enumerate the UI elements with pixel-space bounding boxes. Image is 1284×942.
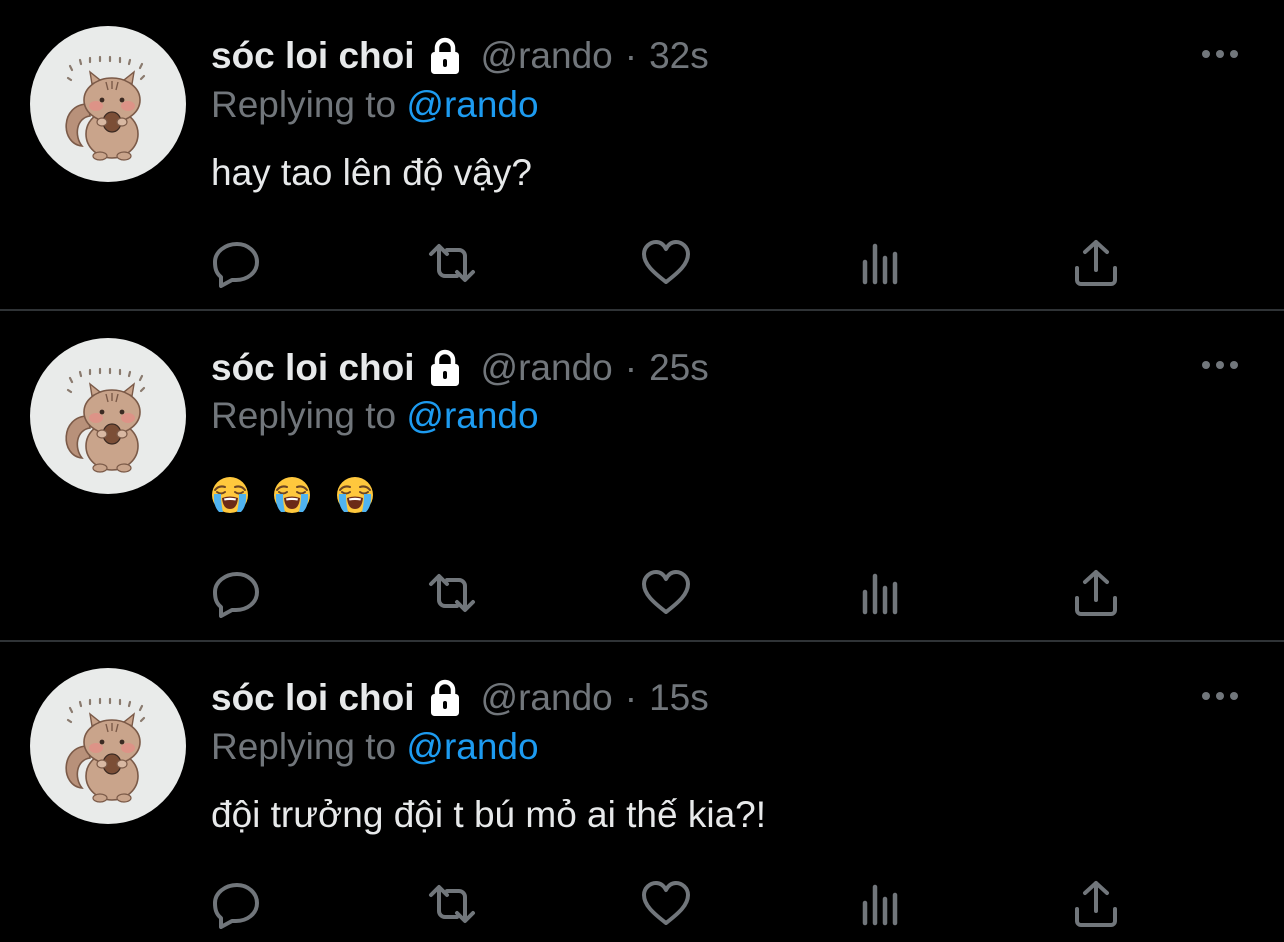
like-icon xyxy=(641,879,691,929)
avatar[interactable] xyxy=(30,668,186,824)
display-name[interactable]: sóc loi choi xyxy=(211,347,415,389)
action-bar xyxy=(211,568,1121,618)
like-button[interactable] xyxy=(641,879,691,929)
replying-to: Replying to @rando xyxy=(211,395,539,437)
loudly-crying-face-emoji xyxy=(273,476,311,514)
loudly-crying-face-emoji xyxy=(211,476,249,514)
retweet-button[interactable] xyxy=(427,238,477,288)
retweet-button[interactable] xyxy=(427,879,477,929)
tweet-text: đội trưởng đội t bú mỏ ai thế kia?! xyxy=(211,794,766,835)
reply-icon xyxy=(211,238,261,288)
like-button[interactable] xyxy=(641,238,691,288)
tweet-header: sóc loi choi @rando · 25s xyxy=(211,346,709,390)
replying-mention[interactable]: @rando xyxy=(406,395,538,436)
separator: · xyxy=(624,347,638,388)
lock-icon xyxy=(425,678,465,718)
share-button[interactable] xyxy=(1071,238,1121,288)
reply-button[interactable] xyxy=(211,238,261,288)
tweet-text xyxy=(211,476,388,523)
retweet-icon xyxy=(427,879,477,929)
tweet-text: hay tao lên độ vậy? xyxy=(211,152,532,193)
tweet-header: sóc loi choi @rando · 32s xyxy=(211,34,709,78)
display-name[interactable]: sóc loi choi xyxy=(211,35,415,77)
timestamp[interactable]: 32s xyxy=(649,35,709,77)
lock-icon xyxy=(425,348,465,388)
user-handle[interactable]: @rando xyxy=(481,347,613,389)
avatar[interactable] xyxy=(30,338,186,494)
tweet-header: sóc loi choi @rando · 15s xyxy=(211,676,709,720)
retweet-icon xyxy=(427,238,477,288)
views-button[interactable] xyxy=(856,568,906,618)
display-name[interactable]: sóc loi choi xyxy=(211,677,415,719)
replying-mention[interactable]: @rando xyxy=(406,84,538,125)
reply-button[interactable] xyxy=(211,879,261,929)
replying-prefix: Replying to xyxy=(211,84,397,125)
replying-to: Replying to @rando xyxy=(211,726,539,768)
replying-prefix: Replying to xyxy=(211,726,397,767)
action-bar xyxy=(211,238,1121,288)
user-handle[interactable]: @rando xyxy=(481,35,613,77)
views-button[interactable] xyxy=(856,879,906,929)
share-button[interactable] xyxy=(1071,879,1121,929)
retweet-button[interactable] xyxy=(427,568,477,618)
tweet[interactable]: sóc loi choi @rando · 25s Replying to @r… xyxy=(0,311,1284,642)
tweet[interactable]: sóc loi choi @rando · 15s Replying to @r… xyxy=(0,642,1284,942)
separator: · xyxy=(624,677,638,718)
reply-icon xyxy=(211,568,261,618)
replying-prefix: Replying to xyxy=(211,395,397,436)
views-icon xyxy=(856,238,906,288)
action-bar xyxy=(211,879,1121,929)
replying-mention[interactable]: @rando xyxy=(406,726,538,767)
lock-icon xyxy=(425,36,465,76)
reply-icon xyxy=(211,879,261,929)
views-icon xyxy=(856,879,906,929)
avatar[interactable] xyxy=(30,26,186,182)
retweet-icon xyxy=(427,568,477,618)
timestamp[interactable]: 15s xyxy=(649,677,709,719)
like-icon xyxy=(641,238,691,288)
replying-to: Replying to @rando xyxy=(211,84,539,126)
user-handle[interactable]: @rando xyxy=(481,677,613,719)
views-button[interactable] xyxy=(856,238,906,288)
tweet[interactable]: sóc loi choi @rando · 32s Replying to @r… xyxy=(0,0,1284,311)
like-button[interactable] xyxy=(641,568,691,618)
share-icon xyxy=(1071,568,1121,618)
reply-button[interactable] xyxy=(211,568,261,618)
like-icon xyxy=(641,568,691,618)
timestamp[interactable]: 25s xyxy=(649,347,709,389)
share-icon xyxy=(1071,238,1121,288)
share-icon xyxy=(1071,879,1121,929)
loudly-crying-face-emoji xyxy=(336,476,374,514)
share-button[interactable] xyxy=(1071,568,1121,618)
more-options-icon[interactable] xyxy=(1200,44,1240,64)
views-icon xyxy=(856,568,906,618)
separator: · xyxy=(624,35,638,76)
more-options-icon[interactable] xyxy=(1200,686,1240,706)
more-options-icon[interactable] xyxy=(1200,355,1240,375)
